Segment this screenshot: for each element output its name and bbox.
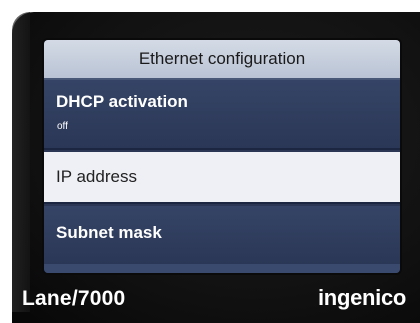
screen-bottom-strip xyxy=(44,264,400,273)
terminal-screen: Ethernet configuration DHCP activation o… xyxy=(44,40,400,273)
menu-item-subnet-mask[interactable]: Subnet mask xyxy=(44,206,400,264)
menu-item-value: off xyxy=(57,121,68,132)
menu-item-dhcp-activation[interactable]: DHCP activation off xyxy=(44,80,400,150)
photo-frame: Ethernet configuration DHCP activation o… xyxy=(0,0,420,323)
terminal-edge-highlight xyxy=(12,12,30,312)
menu-item-label: Subnet mask xyxy=(56,223,162,242)
menu-item-label: DHCP activation xyxy=(56,92,188,111)
device-model-label: Lane/7000 xyxy=(22,287,126,310)
menu-item-ip-address[interactable]: IP address xyxy=(44,152,400,204)
screen-title: Ethernet configuration xyxy=(44,40,400,80)
menu-item-label: IP address xyxy=(56,167,137,186)
brand-logo: ingenico xyxy=(318,285,407,310)
